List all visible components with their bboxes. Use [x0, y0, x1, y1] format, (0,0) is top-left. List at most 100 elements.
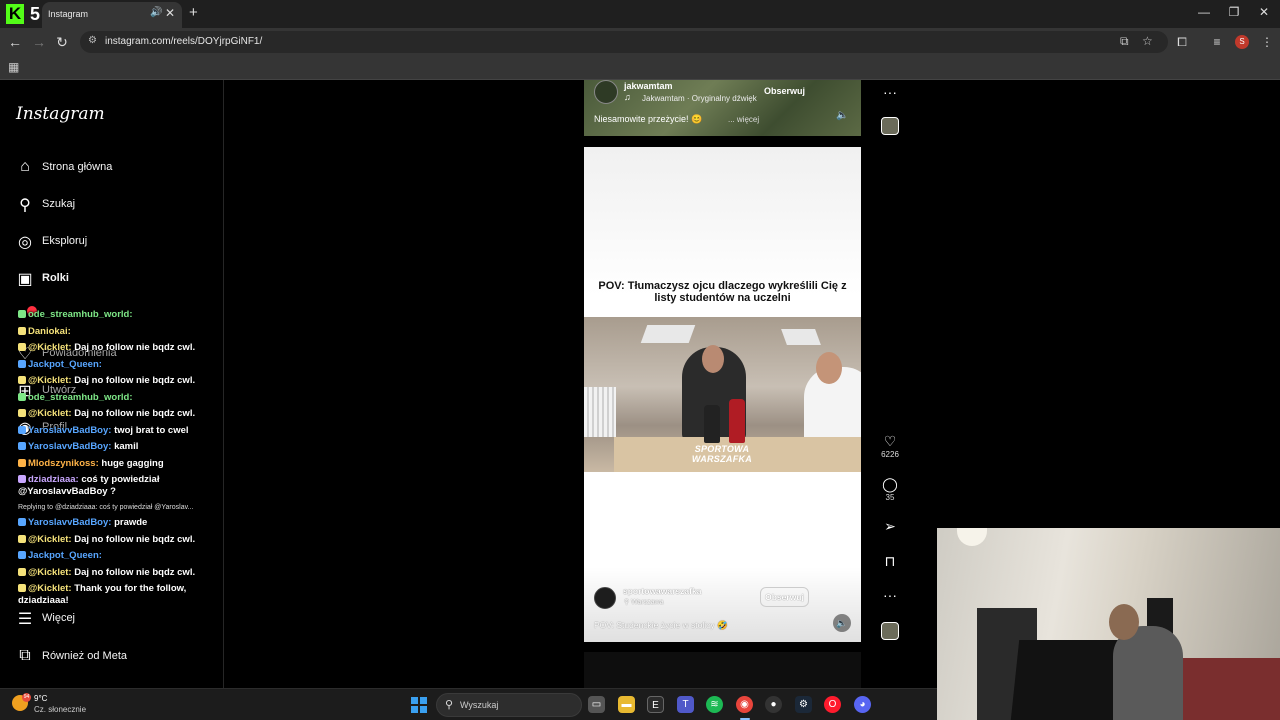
obs-icon[interactable]: ● [765, 696, 782, 713]
avatar[interactable] [594, 80, 618, 104]
chat-text: huge gagging [101, 457, 164, 469]
extensions-icon[interactable]: ⧠ [1174, 34, 1190, 50]
more-options-icon[interactable]: ··· [876, 84, 904, 100]
chat-reply-context: Replying to @dziadziaaa: coś ty powiedzi… [18, 504, 194, 511]
more-options-button[interactable]: ··· [876, 587, 904, 603]
install-app-icon[interactable]: ⧉ [1120, 34, 1129, 49]
minimize-button[interactable]: — [1194, 5, 1214, 19]
reel-location[interactable]: ⚲ Warszawa [624, 598, 664, 606]
task-view-icon[interactable]: ▭ [588, 696, 605, 713]
send-icon: ➢ [884, 518, 896, 534]
chat-username[interactable]: @Kicklet: [28, 583, 72, 594]
close-window-button[interactable]: ✕ [1254, 5, 1274, 19]
speaker-icon[interactable]: 🔊 [150, 7, 162, 18]
reel-username[interactable]: jakwamtam [624, 81, 673, 91]
bottle [704, 405, 720, 443]
profile-avatar[interactable]: S [1235, 35, 1249, 49]
chat-username[interactable]: dziadziaaa: [28, 474, 79, 485]
chat-text: prawde [114, 517, 148, 528]
weather-temperature[interactable]: 9°C [34, 694, 47, 703]
chat-message: @Kicklet: Daj no follow nie bqdz cwl. [18, 373, 248, 390]
reload-icon[interactable]: ↻ [54, 34, 70, 50]
reel-username[interactable]: sportowawarszafka [623, 586, 701, 596]
chat-text: Daj no follow nie bqdz cwl. [74, 408, 196, 419]
bottle [729, 399, 745, 443]
chat-username[interactable]: ode_streamhub_world: [28, 309, 133, 320]
chat-badge-icon [18, 442, 26, 450]
chat-username[interactable]: @Kicklet: [28, 375, 72, 386]
new-tab-button[interactable]: + [189, 4, 198, 21]
taskbar-search-placeholder: Wyszukaj [460, 700, 499, 710]
site-settings-icon[interactable]: ⚙ [88, 35, 97, 46]
search-icon: ⚲ [445, 699, 454, 711]
bookmark-star-icon[interactable]: ☆ [1142, 34, 1153, 48]
sidebar-item-label: Rolki [42, 272, 69, 284]
chat-username[interactable]: @Kicklet: [28, 408, 72, 419]
instagram-logo[interactable]: Instagram [16, 104, 105, 124]
discord-icon[interactable]: ◕ [854, 696, 871, 713]
like-button[interactable]: ♡ 6226 [876, 433, 904, 461]
chrome-icon[interactable]: ◉ [736, 696, 753, 713]
chat-message: YaroslavvBadBoy: twoj brat to cwel [18, 423, 248, 440]
epic-games-icon[interactable]: E [647, 696, 664, 713]
chat-username[interactable]: YaroslavvBadBoy: [28, 517, 111, 528]
address-bar[interactable]: ⚙ instagram.com/reels/DOYjrpGiNF1/ ⧉ ☆ [80, 31, 1168, 53]
reel-video[interactable]: SPORTOWA WARSZAFKA [584, 317, 861, 472]
opera-icon[interactable]: O [824, 696, 841, 713]
chat-text: Daj no follow nie bqdz cwl. [74, 566, 196, 578]
kebab-menu-icon[interactable]: ⋮ [1259, 34, 1275, 50]
steam-icon[interactable]: ⚙ [795, 696, 812, 713]
volume-icon[interactable]: 🔈 [836, 110, 848, 121]
weather-condition[interactable]: Cz. słonecznie [34, 705, 86, 714]
chat-username[interactable]: @Kicklet: [28, 534, 72, 545]
tab-close-icon[interactable]: ✕ [165, 6, 175, 20]
spotify-icon[interactable]: ≋ [706, 696, 723, 713]
restore-button[interactable]: ❐ [1224, 5, 1244, 19]
save-button[interactable]: ⊓ [876, 553, 904, 569]
forward-icon[interactable]: → [31, 34, 47, 50]
sidebar-item-label: Szukaj [42, 198, 76, 210]
reel-previous[interactable]: jakwamtam ♫ Jakwamtam · Oryginalny dźwię… [584, 80, 861, 136]
streamer-head [1109, 604, 1139, 640]
monitor [1010, 640, 1130, 720]
chat-badge-icon [18, 376, 26, 384]
chat-username[interactable]: YaroslavvBadBoy: [28, 441, 111, 452]
follow-button[interactable]: Obserwuj [764, 86, 805, 96]
tab-title: Instagram [48, 9, 89, 19]
follow-button[interactable]: Obserwuj [760, 587, 809, 607]
chat-username[interactable]: Jackpot_Queen: [28, 359, 102, 370]
chat-username[interactable]: ode_streamhub_world: [28, 392, 133, 403]
file-explorer-icon[interactable]: ▬ [618, 696, 635, 713]
chat-username[interactable]: Mlodszynikoss: [28, 458, 99, 469]
apps-grid-icon[interactable]: ▦ [8, 60, 19, 74]
chat-message: dziadziaaa: coś ty powiedział @Yaroslavv… [18, 474, 228, 498]
reel-next[interactable] [584, 652, 861, 688]
chat-username[interactable]: @Kicklet: [28, 567, 72, 578]
share-button[interactable]: ➢ [876, 518, 904, 534]
chat-text: Daj no follow nie bqdz cwl. [74, 533, 196, 545]
browser-tab[interactable]: Instagram 🔊 ✕ [42, 2, 182, 28]
music-note-icon: ♫ [624, 92, 631, 102]
radiator [584, 387, 616, 437]
media-controls-icon[interactable]: ≡ [1209, 34, 1225, 50]
reel-current[interactable]: POV: Tłumaczysz ojcu dlaczego wykreślili… [584, 147, 861, 642]
bookmark-icon: ⊓ [884, 553, 896, 569]
reel-audio-name[interactable]: Jakwamtam · Oryginalny dźwięk [642, 94, 757, 103]
chat-username[interactable]: Jackpot_Queen: [28, 550, 102, 561]
back-icon[interactable]: ← [7, 34, 23, 50]
audio-thumbnail[interactable] [881, 117, 899, 135]
chat-username[interactable]: Daniokai: [28, 326, 71, 337]
avatar[interactable] [594, 587, 616, 609]
url-text[interactable]: instagram.com/reels/DOYjrpGiNF1/ [105, 36, 262, 47]
chat-message: Jackpot_Queen: [18, 548, 248, 565]
taskbar-search[interactable]: ⚲ Wyszukaj [436, 693, 582, 717]
more-link[interactable]: ... więcej [728, 115, 759, 124]
chat-username[interactable]: @Kicklet: [28, 342, 72, 353]
volume-icon[interactable]: 🔈 [833, 614, 851, 632]
audio-thumbnail[interactable] [881, 622, 899, 640]
windows-start-icon[interactable] [411, 697, 427, 713]
sidebar-item-label: Eksploruj [42, 235, 88, 247]
comment-button[interactable]: ◯ 35 [876, 476, 904, 504]
chat-username[interactable]: YaroslavvBadBoy: [28, 425, 111, 436]
teams-icon[interactable]: T [677, 696, 694, 713]
